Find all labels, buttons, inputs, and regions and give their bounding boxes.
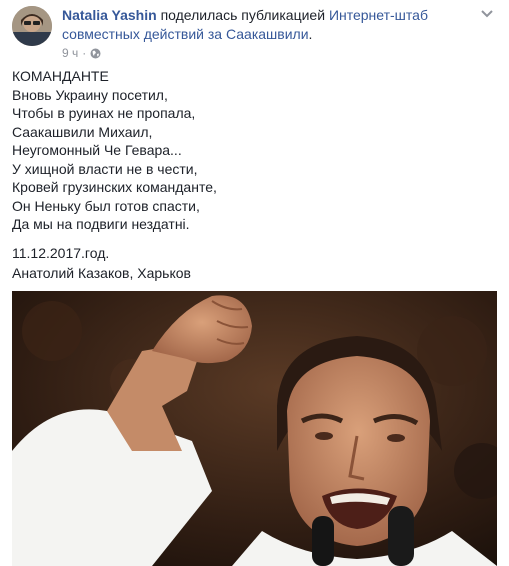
chevron-down-icon <box>481 5 493 23</box>
author-name[interactable]: Natalia Yashin <box>62 7 157 23</box>
post-photo[interactable] <box>12 291 497 566</box>
post-options-button[interactable] <box>477 6 497 22</box>
globe-icon <box>90 48 101 59</box>
post-timestamp[interactable]: 9 ч <box>62 46 78 60</box>
speaker-photo <box>12 291 497 566</box>
poem-line: Да мы на подвиги нездатні. <box>12 216 190 232</box>
post-meta: 9 ч · <box>62 46 101 60</box>
poem-line: Кровей грузинских команданте, <box>12 179 217 195</box>
poem-line: Саакашвили Михаил, <box>12 123 153 140</box>
poem-line: Чтобы в руинах не пропала, <box>12 105 196 121</box>
poem-title: КОМАНДАНТЕ <box>12 68 109 84</box>
share-action-text: поделилась публикацией <box>156 7 329 23</box>
meta-separator: · <box>82 46 87 60</box>
poem-date: 11.12.2017.год. <box>12 245 110 261</box>
post-signature: 11.12.2017.год. Анатолий Казаков, Харько… <box>12 243 191 283</box>
headline-suffix: . <box>308 26 313 42</box>
post-body: КОМАНДАНТЕ Вновь Украину посетил, Чтобы … <box>12 67 492 234</box>
avatar[interactable] <box>12 6 52 46</box>
poem-line: Вновь Украину посетил, <box>12 86 168 103</box>
post-header: Natalia Yashin поделилась публикацией Ин… <box>12 6 497 60</box>
poem-line: У хищной власти не в чести, <box>12 160 198 177</box>
poem-line: Неугомонный Че Гевара... <box>12 142 182 158</box>
post-headline: Natalia Yashin поделилась публикацией Ин… <box>62 6 462 44</box>
poem-author: Анатолий Казаков, Харьков <box>12 265 191 281</box>
poem-line: Он Неньку был готов спасти, <box>12 197 200 214</box>
